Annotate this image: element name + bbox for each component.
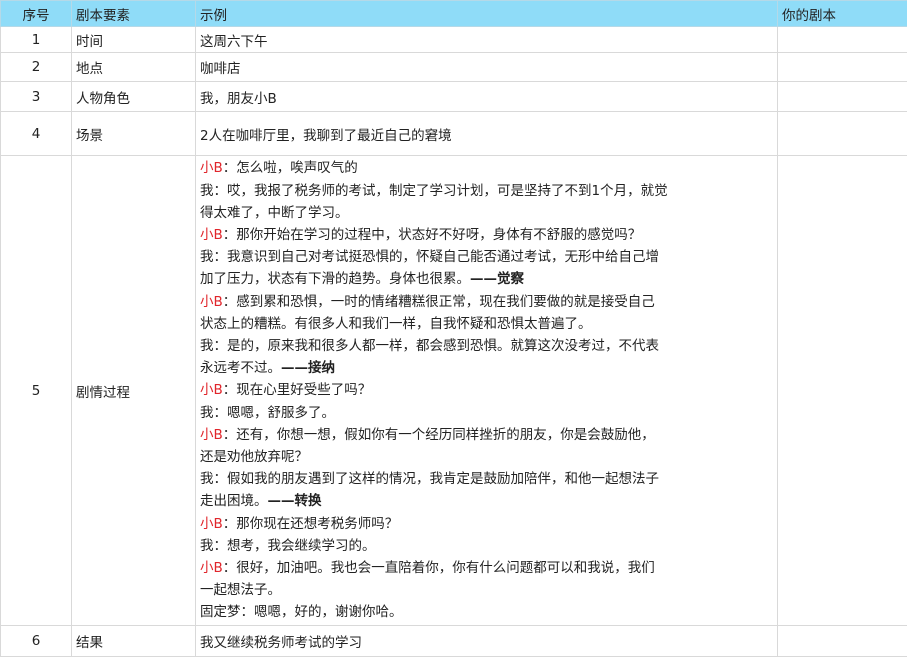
dialogue-line: 固定梦：嗯嗯，好的，谢谢你哈。: [200, 601, 773, 623]
header-element: 剧本要素: [71, 0, 196, 27]
row-no: 5: [0, 155, 72, 626]
dialogue-line: 小B：很好，加油吧。我也会一直陪着你，你有什么问题都可以和我说，我们: [200, 557, 773, 579]
row-example: 这周六下午: [195, 26, 778, 53]
row-element: 地点: [71, 52, 196, 82]
dialogue-line: 我：我意识到自己对考试挺恐惧的，怀疑自己能否通过考试，无形中给自己增: [200, 246, 773, 268]
dialogue-text: 状态上的糟糕。有很多人和我们一样，自我怀疑和恐惧太普遍了。: [200, 315, 592, 332]
table-row: 1 时间 这周六下午: [0, 26, 907, 53]
dialogue-text: ：那你开始在学习的过程中，状态好不好呀，身体有不舒服的感觉吗？: [222, 226, 642, 243]
dialogue-line: 状态上的糟糕。有很多人和我们一样，自我怀疑和恐惧太普遍了。: [200, 313, 773, 335]
dialogue-line: 加了压力，状态有下滑的趋势。身体也很累。——觉察: [200, 268, 773, 290]
dialogue-stage-tag: ——接纳: [281, 360, 335, 377]
dialogue-line: 小B：那你现在还想考税务师吗？: [200, 513, 773, 535]
dialogue-line: 得太难了，中断了学习。: [200, 202, 773, 224]
dialogue-text: ：那你现在还想考税务师吗？: [222, 515, 399, 532]
row-yours-cell[interactable]: [777, 52, 907, 82]
table-row: 5 剧情过程 小B：怎么啦，唉声叹气的 我：哎，我报了税务师的考试，制定了学习计划…: [0, 155, 907, 626]
header-no: 序号: [0, 0, 72, 27]
dialogue-speaker: 小B: [200, 293, 223, 310]
dialogue-line: 永远考不过。——接纳: [200, 357, 773, 379]
dialogue-speaker: 我: [200, 182, 214, 199]
dialogue-text: ：想考，我会继续学习的。: [213, 537, 376, 554]
dialogue-text: ：还有，你想一想，假如你有一个经历同样挫折的朋友，你是会鼓励他，: [222, 426, 655, 443]
dialogue-text: ：怎么啦，唉声叹气的: [222, 160, 358, 177]
header-yours: 你的剧本: [777, 0, 907, 27]
row-yours-cell[interactable]: [777, 81, 907, 112]
dialogue-cell: 小B：怎么啦，唉声叹气的 我：哎，我报了税务师的考试，制定了学习计划，可是坚持了不…: [195, 155, 778, 626]
row-example: 2人在咖啡厅里，我聊到了最近自己的窘境: [195, 111, 778, 156]
dialogue-speaker: 我: [200, 337, 214, 354]
dialogue-speaker: 我: [200, 404, 214, 421]
dialogue-line: 我：嗯嗯，舒服多了。: [200, 402, 773, 424]
row-example: 我又继续税务师考试的学习: [195, 625, 778, 657]
row-no: 4: [0, 111, 72, 156]
dialogue-speaker: 小B: [200, 560, 223, 577]
dialogue-text: ：是的，原来我和很多人都一样，都会感到恐惧。就算这次没考过，不代表: [213, 337, 660, 354]
dialogue-text: ：现在心里好受些了吗？: [222, 382, 372, 399]
dialogue-speaker: 我: [200, 249, 214, 266]
row-element: 时间: [71, 26, 196, 53]
dialogue-text: 走出困境。: [200, 493, 268, 510]
dialogue-speaker: 小B: [200, 160, 223, 177]
table-row: 4 场景 2人在咖啡厅里，我聊到了最近自己的窘境: [0, 111, 907, 156]
row-element: 结果: [71, 625, 196, 657]
header-example: 示例: [195, 0, 778, 27]
dialogue-line: 走出困境。——转换: [200, 490, 773, 512]
row-no: 3: [0, 81, 72, 112]
dialogue-text: ：嗯嗯，舒服多了。: [213, 404, 336, 421]
row-example: 咖啡店: [195, 52, 778, 82]
dialogue-text: ：很好，加油吧。我也会一直陪着你，你有什么问题都可以和我说，我们: [222, 560, 655, 577]
dialogue-text: ：假如我的朋友遇到了这样的情况，我肯定是鼓励加陪伴，和他一起想法子: [213, 471, 660, 488]
dialogue-text: 得太难了，中断了学习。: [200, 204, 349, 221]
dialogue-text: 一起想法子。: [200, 582, 281, 599]
row-no: 6: [0, 625, 72, 657]
dialogue-text: ：我意识到自己对考试挺恐惧的，怀疑自己能否通过考试，无形中给自己增: [213, 249, 660, 266]
row-no: 2: [0, 52, 72, 82]
dialogue-speaker: 小B: [200, 515, 223, 532]
table-row: 3 人物角色 我，朋友小B: [0, 81, 907, 112]
dialogue-line: 我：想考，我会继续学习的。: [200, 535, 773, 557]
table-row: 6 结果 我又继续税务师考试的学习: [0, 625, 907, 657]
dialogue-line: 我：哎，我报了税务师的考试，制定了学习计划，可是坚持了不到1个月，就觉: [200, 180, 773, 202]
dialogue-speaker: 我: [200, 537, 214, 554]
dialogue-line: 小B：现在心里好受些了吗？: [200, 379, 773, 401]
row-yours-cell[interactable]: [777, 26, 907, 53]
row-example: 我，朋友小B: [195, 81, 778, 112]
dialogue-line: 我：是的，原来我和很多人都一样，都会感到恐惧。就算这次没考过，不代表: [200, 335, 773, 357]
dialogue-line: 小B：怎么啦，唉声叹气的: [200, 157, 773, 179]
row-element: 人物角色: [71, 81, 196, 112]
dialogue-line: 还是劝他放弃呢？: [200, 446, 773, 468]
dialogue-line: 小B：还有，你想一想，假如你有一个经历同样挫折的朋友，你是会鼓励他，: [200, 424, 773, 446]
row-no: 1: [0, 26, 72, 53]
dialogue-text: ：嗯嗯，好的，谢谢你哈。: [240, 604, 403, 621]
dialogue-speaker: 小B: [200, 382, 223, 399]
row-element: 剧情过程: [71, 155, 196, 626]
dialogue-text: ：哎，我报了税务师的考试，制定了学习计划，可是坚持了不到1个月，就觉: [213, 182, 668, 199]
dialogue-text: 加了压力，状态有下滑的趋势。身体也很累。: [200, 271, 470, 288]
row-yours-cell[interactable]: [777, 111, 907, 156]
row-element: 场景: [71, 111, 196, 156]
table-row: 2 地点 咖啡店: [0, 52, 907, 82]
dialogue-text: 还是劝他放弃呢？: [200, 449, 308, 465]
dialogue-line: 我：假如我的朋友遇到了这样的情况，我肯定是鼓励加陪伴，和他一起想法子: [200, 468, 773, 490]
dialogue-speaker: 固定梦: [200, 604, 241, 621]
row-yours-cell[interactable]: [777, 155, 907, 626]
dialogue-line: 一起想法子。: [200, 579, 773, 601]
dialogue-text: 永远考不过。: [200, 360, 281, 377]
header-row: 序号 剧本要素 示例 你的剧本: [0, 0, 907, 27]
dialogue-speaker: 小B: [200, 426, 223, 443]
dialogue-stage-tag: ——觉察: [470, 271, 524, 288]
dialogue-line: 小B：那你开始在学习的过程中，状态好不好呀，身体有不舒服的感觉吗？: [200, 224, 773, 246]
dialogue-line: 小B：感到累和恐惧，一时的情绪糟糕很正常，现在我们要做的就是接受自己: [200, 291, 773, 313]
script-table: 序号 剧本要素 示例 你的剧本 1 时间 这周六下午 2 地点 咖啡店 3 人物…: [0, 0, 907, 657]
row-yours-cell[interactable]: [777, 625, 907, 657]
dialogue-speaker: 小B: [200, 226, 223, 243]
dialogue-text: ：感到累和恐惧，一时的情绪糟糕很正常，现在我们要做的就是接受自己: [222, 293, 655, 310]
dialogue-speaker: 我: [200, 471, 214, 488]
dialogue-stage-tag: ——转换: [267, 493, 322, 510]
